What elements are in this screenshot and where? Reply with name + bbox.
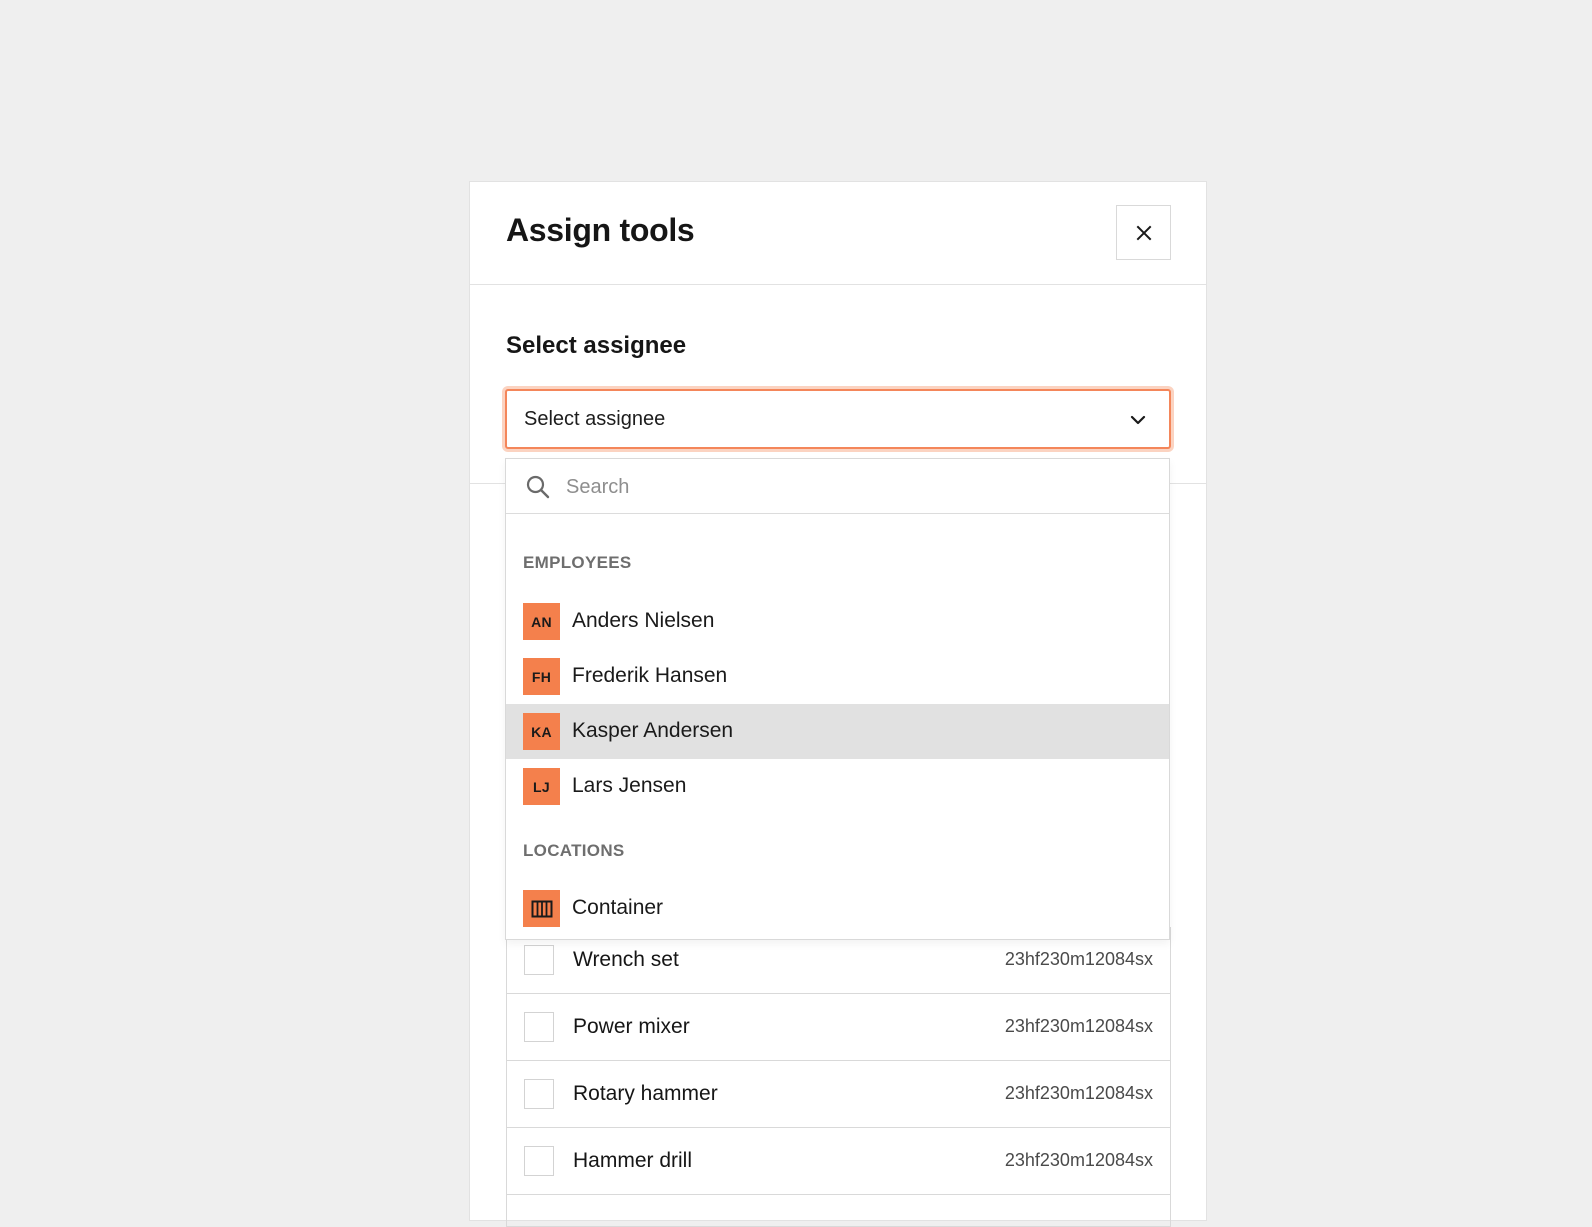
option-frederik-hansen[interactable]: FH Frederik Hansen bbox=[506, 649, 1169, 704]
close-icon bbox=[1136, 225, 1151, 240]
modal-header: Assign tools bbox=[470, 182, 1206, 285]
option-container[interactable]: Container bbox=[506, 881, 1169, 936]
tool-name: Rotary hammer bbox=[573, 1082, 718, 1105]
avatar-initials: KA bbox=[523, 713, 560, 750]
option-label: Anders Nielsen bbox=[572, 609, 715, 632]
tool-name: Power mixer bbox=[573, 1015, 690, 1038]
option-kasper-andersen[interactable]: KA Kasper Andersen bbox=[506, 704, 1169, 759]
option-label: Kasper Andersen bbox=[572, 719, 734, 742]
tool-row[interactable]: Power mixer 23hf230m12084sx bbox=[507, 994, 1170, 1061]
tool-code: 23hf230m12084sx bbox=[1004, 949, 1153, 969]
tool-name: Hammer drill bbox=[573, 1149, 693, 1172]
tool-checkbox[interactable] bbox=[524, 1079, 554, 1109]
tool-checkbox[interactable] bbox=[524, 1012, 554, 1042]
tool-checkbox[interactable] bbox=[524, 1146, 554, 1176]
tool-row[interactable]: Hammer drill 23hf230m12084sx bbox=[507, 1128, 1170, 1195]
container-icon bbox=[523, 890, 560, 927]
modal-title: Assign tools bbox=[506, 212, 695, 248]
tool-checkbox[interactable] bbox=[524, 945, 554, 975]
tool-list: Wrench set 23hf230m12084sx Power mixer 2… bbox=[506, 927, 1171, 1227]
tool-name: Wrench set bbox=[573, 948, 679, 971]
assignee-select-value: Select assignee bbox=[524, 408, 666, 430]
option-anders-nielsen[interactable]: AN Anders Nielsen bbox=[506, 594, 1169, 649]
avatar-initials: LJ bbox=[523, 768, 560, 805]
tool-code: 23hf230m12084sx bbox=[1004, 1016, 1153, 1036]
tool-row[interactable]: Rotary hammer 23hf230m12084sx bbox=[507, 1061, 1170, 1128]
tool-code: 23hf230m12084sx bbox=[1004, 1083, 1153, 1103]
search-row bbox=[506, 459, 1169, 514]
assignee-select[interactable]: Select assignee bbox=[505, 389, 1171, 449]
group-heading-locations: LOCATIONS bbox=[523, 841, 625, 860]
group-heading-employees: EMPLOYEES bbox=[523, 553, 632, 572]
option-label: Frederik Hansen bbox=[572, 664, 728, 687]
assignee-dropdown: EMPLOYEES AN Anders Nielsen FH Frederik … bbox=[505, 458, 1170, 940]
search-icon bbox=[526, 475, 550, 499]
option-label: Container bbox=[572, 896, 664, 919]
tool-code: 23hf230m12084sx bbox=[1004, 1150, 1153, 1170]
search-input[interactable] bbox=[564, 469, 1148, 505]
close-button[interactable] bbox=[1116, 205, 1171, 260]
avatar-initials: FH bbox=[523, 658, 560, 695]
option-lars-jensen[interactable]: LJ Lars Jensen bbox=[506, 759, 1169, 814]
assignee-section-label: Select assignee bbox=[506, 332, 687, 359]
avatar-initials: AN bbox=[523, 603, 560, 640]
option-label: Lars Jensen bbox=[572, 774, 687, 797]
chevron-down-icon bbox=[1130, 415, 1146, 425]
